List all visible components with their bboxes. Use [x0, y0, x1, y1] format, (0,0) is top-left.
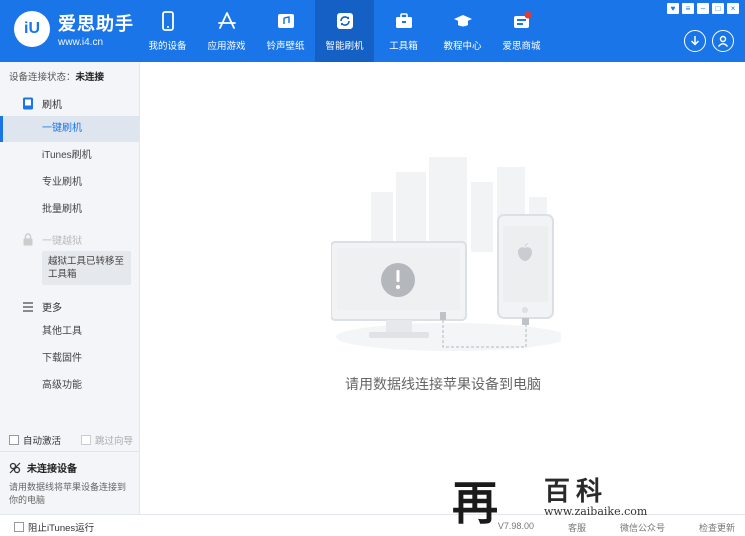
more-head-label: 更多 — [42, 303, 62, 314]
nav-toolbox[interactable]: 工具箱 — [374, 0, 433, 62]
favorite-icon[interactable]: ♥ — [667, 3, 679, 14]
maximize-icon[interactable]: □ — [712, 3, 724, 14]
skip-guide-option: 跳过向导 — [81, 433, 133, 447]
flash-section-header[interactable]: 刷机 — [22, 96, 62, 111]
sidebar-item-download-firmware[interactable]: 下载固件 — [0, 346, 139, 372]
device-description: 请用数据线将苹果设备连接到你的电脑 — [9, 482, 127, 505]
nav-label: 应用游戏 — [207, 41, 246, 52]
sidebar-divider — [0, 451, 139, 452]
status-bar-right: V7.98.00 客服 微信公众号 检查更新 — [498, 521, 735, 534]
phone-icon — [161, 11, 174, 31]
top-header: iU 爱思助手 www.i4.cn 我的设备 应用游戏 铃声壁纸 智能刷机 工具… — [0, 0, 745, 62]
flash-head-label: 刷机 — [42, 100, 62, 111]
download-icon[interactable] — [684, 30, 706, 52]
nav-ringtones[interactable]: 铃声壁纸 — [256, 0, 315, 62]
window-controls: ♥ ≡ – □ × — [667, 3, 739, 14]
sidebar-item-advanced[interactable]: 高级功能 — [0, 373, 139, 399]
more-section-header[interactable]: 更多 — [22, 299, 62, 314]
nav-label: 智能刷机 — [325, 41, 364, 52]
auto-activate-checkbox[interactable] — [9, 435, 19, 445]
nav-shop[interactable]: 爱思商城 — [492, 0, 551, 62]
nav-label: 铃声壁纸 — [266, 41, 305, 52]
skip-guide-label: 跳过向导 — [95, 436, 134, 447]
app-name: 爱思助手 — [58, 14, 134, 34]
lock-icon — [23, 233, 33, 246]
sidebar: 设备连接状态：未连接 刷机 一键刷机 iTunes刷机 专业刷机 批量刷机 一键… — [0, 62, 140, 514]
connect-message: 请用数据线连接苹果设备到电脑 — [345, 376, 541, 392]
nav-label: 工具箱 — [389, 41, 418, 52]
app-url: www.i4.cn — [58, 37, 104, 48]
minimize-icon[interactable]: – — [697, 3, 709, 14]
skip-guide-checkbox — [81, 435, 92, 445]
device-title: 未连接设备 — [27, 464, 77, 475]
block-itunes-checkbox[interactable] — [14, 522, 24, 532]
jailbreak-notice: 越狱工具已转移至工具箱 — [42, 251, 131, 285]
sidebar-item-batch-flash[interactable]: 批量刷机 — [0, 197, 139, 223]
nav-smart-flash[interactable]: 智能刷机 — [315, 0, 374, 62]
list-icon — [23, 301, 33, 312]
app-logo[interactable]: iU 爱思助手 www.i4.cn — [14, 10, 134, 48]
jailbreak-item: 一键越狱 — [22, 232, 82, 247]
status-value: 未连接 — [75, 72, 105, 83]
flash-icon — [23, 97, 33, 110]
support-link[interactable]: 客服 — [568, 521, 586, 534]
menu-icon[interactable]: ≡ — [682, 3, 694, 14]
main-content: 请用数据线连接苹果设备到电脑 — [141, 62, 745, 514]
main-nav: 我的设备 应用游戏 铃声壁纸 智能刷机 工具箱 教程中心 爱思商城 — [138, 0, 551, 62]
user-icon[interactable] — [712, 30, 734, 52]
sidebar-item-other-tools[interactable]: 其他工具 — [0, 319, 139, 345]
sidebar-item-pro-flash[interactable]: 专业刷机 — [0, 170, 139, 196]
app-store-icon — [217, 12, 236, 29]
refresh-icon — [336, 13, 353, 29]
ringtone-icon — [277, 14, 294, 28]
nav-label: 教程中心 — [443, 41, 482, 52]
toolbox-icon — [395, 13, 412, 28]
jailbreak-label: 一键越狱 — [42, 236, 82, 247]
unlinked-icon — [9, 462, 21, 473]
close-icon[interactable]: × — [727, 3, 739, 14]
nav-label: 爱思商城 — [502, 41, 541, 52]
wechat-link[interactable]: 微信公众号 — [620, 521, 665, 534]
connect-device-illustration — [331, 157, 561, 351]
status-bar: 阻止iTunes运行 V7.98.00 客服 微信公众号 检查更新 — [0, 514, 745, 536]
nav-label: 我的设备 — [148, 41, 187, 52]
nav-my-device[interactable]: 我的设备 — [138, 0, 197, 62]
version-label: V7.98.00 — [497, 521, 534, 531]
sidebar-item-itunes-flash[interactable]: iTunes刷机 — [0, 143, 139, 169]
auto-activate-row: 自动激活 跳过向导 — [9, 433, 133, 447]
graduation-cap-icon — [453, 15, 472, 27]
device-status-box: 未连接设备 请用数据线将苹果设备连接到你的电脑 — [9, 460, 134, 507]
auto-activate-label: 自动激活 — [23, 436, 62, 447]
shop-icon — [513, 11, 531, 28]
block-itunes-label: 阻止iTunes运行 — [28, 523, 95, 534]
block-itunes-option: 阻止iTunes运行 — [14, 520, 94, 534]
status-label: 设备连接状态： — [9, 72, 76, 83]
check-update-link[interactable]: 检查更新 — [699, 521, 735, 534]
connection-status: 设备连接状态：未连接 — [9, 69, 104, 83]
logo-mark: iU — [14, 11, 50, 47]
nav-apps-games[interactable]: 应用游戏 — [197, 0, 256, 62]
nav-tutorials[interactable]: 教程中心 — [433, 0, 492, 62]
sidebar-item-one-click-flash[interactable]: 一键刷机 — [0, 116, 139, 142]
